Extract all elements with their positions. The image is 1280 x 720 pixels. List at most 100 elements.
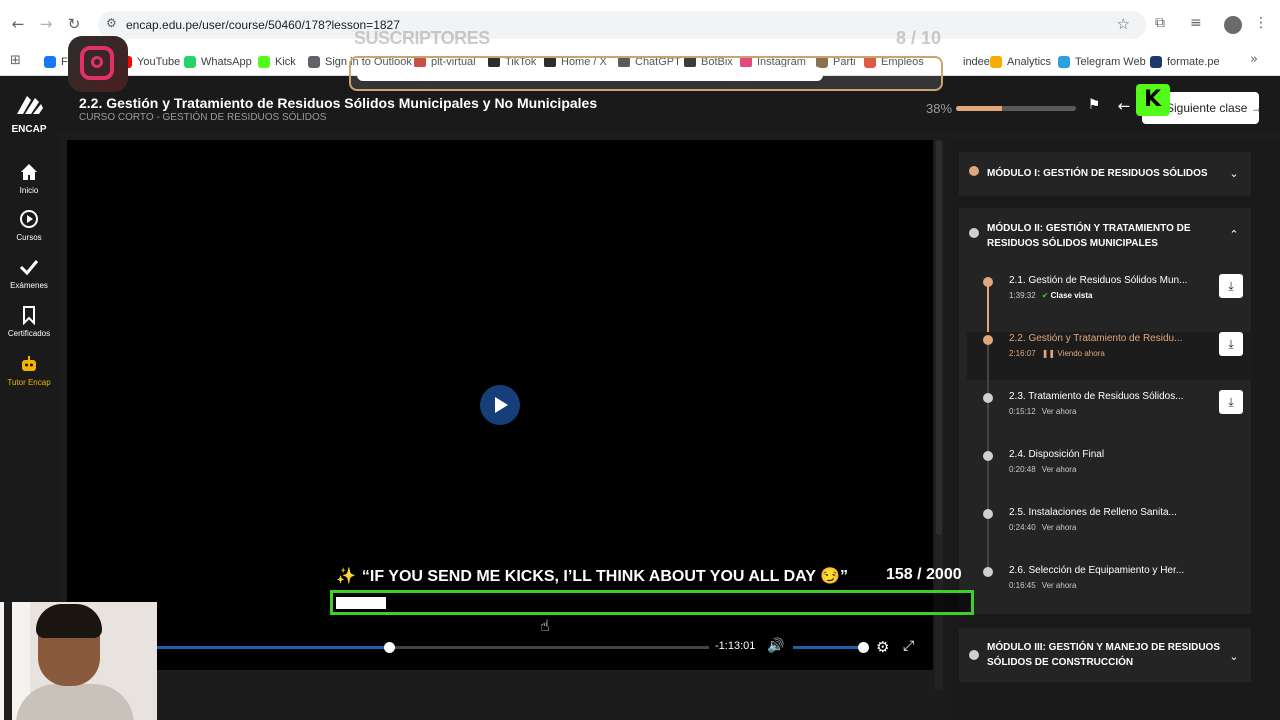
pause-icon: ❚❚ [1041,349,1058,358]
download-icon[interactable]: ⤓ [1219,332,1243,356]
bookmark-star-icon[interactable]: ☆ [1117,15,1130,33]
lesson-item[interactable]: 2.2. Gestión y Tratamiento de Residu... 2… [967,332,1253,398]
bookmark-label: F [61,56,68,68]
previous-lesson-icon[interactable]: ← [1114,97,1134,117]
nav-item-cursos[interactable]: Cursos [0,209,58,242]
profile-avatar[interactable] [1224,16,1242,34]
lesson-meta: 1:39:32 ✔ Clase vista [1009,291,1092,300]
seek-bar[interactable] [157,642,709,653]
bookmark-item[interactable]: YouTube [120,53,180,71]
bookmark-favicon-icon [990,56,1002,68]
nav-item-examenes[interactable]: Exámenes [0,257,58,290]
seek-handle[interactable] [383,642,395,653]
volume-handle[interactable] [858,642,869,653]
chevron-up-icon[interactable]: ⌃ [1227,228,1241,242]
progress-percent: 38% [926,101,953,116]
lesson-status-dot [983,451,993,461]
bookmark-item[interactable]: F [44,53,68,71]
nav-item-tutor[interactable]: Tutor Encap [0,354,58,387]
download-icon[interactable]: ⤓ [1219,274,1243,298]
module-title: MÓDULO III: GESTIÓN Y MANEJO DE RESIDUOS… [987,642,1220,668]
lesson-item[interactable]: 2.3. Tratamiento de Residuos Sólidos... 0… [967,390,1253,456]
lesson-status-dot [983,509,993,519]
volume-slider[interactable] [793,642,869,653]
bookmark-favicon-icon [308,56,320,68]
nav-item-inicio[interactable]: Inicio [0,162,58,195]
reload-icon[interactable]: ↻ [64,14,84,34]
bookmark-favicon-icon [44,56,56,68]
lesson-item[interactable]: 2.1. Gestión de Residuos Sólidos Mun... 1… [967,274,1253,340]
site-info-icon[interactable]: ⚙ [106,16,117,30]
module-complete-icon [969,166,979,176]
lesson-duration: 0:24:40 [1009,523,1036,532]
nav-label-examenes: Exámenes [10,281,48,290]
lesson-meta: 0:16:45 Ver ahora [1009,581,1076,590]
menu-kebab-icon[interactable]: ⋮ [1254,15,1268,31]
lesson-item[interactable]: 2.5. Instalaciones de Relleno Sanita... 0… [967,506,1253,572]
bookmark-label: YouTube [137,56,181,68]
kick-logo-icon: K [1136,84,1170,116]
lesson-item[interactable]: 2.4. Disposición Final 0:20:48 Ver ahora [967,448,1253,514]
volume-icon[interactable]: 🔊 [767,638,784,654]
nav-item-certificados[interactable]: Certificados [0,305,58,338]
lesson-status-dot [983,567,993,577]
bookmark-label: Kick [275,56,296,68]
lesson-duration: 0:20:48 [1009,465,1036,474]
lesson-status-label: Ver ahora [1041,523,1077,532]
bookmark-item[interactable]: Kick [258,53,296,71]
chevron-down-icon[interactable]: ⌄ [1227,650,1241,664]
module-title[interactable]: MÓDULO II: GESTIÓN Y TRATAMIENTO DE RESI… [987,221,1227,251]
lesson-title: 2.2. Gestión y Tratamiento de Residu... [1009,333,1183,344]
subscribers-goal-label: SUSCRIPTORES [354,28,490,48]
lesson-title: 2.5. Instalaciones de Relleno Sanita... [1009,507,1177,518]
lesson-status-label: Viendo ahora [1057,349,1105,358]
lesson-status: Ver ahora [1042,523,1077,532]
extensions-icon[interactable]: ⧉ [1155,15,1165,31]
bookmark-item[interactable]: Analytics [990,53,1051,71]
chevron-down-icon[interactable]: ⌄ [1227,167,1241,181]
fullscreen-icon[interactable]: ⤢ [903,638,914,654]
nav-label-tutor: Tutor Encap [7,378,51,387]
lesson-meta: 0:20:48 Ver ahora [1009,465,1076,474]
bookmark-item[interactable]: Telegram Web [1058,53,1146,71]
flag-icon[interactable]: ⚑ [1084,97,1104,117]
play-button[interactable] [480,385,520,425]
play-circle-icon [20,210,38,228]
kick-goal-label: “IF YOU SEND ME KICKS, I’LL THINK ABOUT … [361,568,848,585]
back-arrow-icon[interactable]: ← [8,14,28,34]
settings-gear-icon[interactable]: ⚙ [876,638,889,656]
download-icon[interactable]: ⤓ [1219,390,1243,414]
lesson-status: Ver ahora [1042,581,1077,590]
bookmark-item[interactable]: formate.pe [1150,53,1220,71]
bookmark-item[interactable]: indeed [946,53,996,71]
robot-icon [22,356,36,371]
media-controls-icon[interactable]: ≡ [1190,15,1202,31]
modules-panel: MÓDULO I: GESTIÓN DE RESIDUOS SÓLIDOS ⌄ … [951,140,1280,720]
lesson-duration: 2:16:07 [1009,349,1036,358]
apps-grid-icon[interactable]: ⊞ [10,53,21,68]
lesson-duration: 0:15:12 [1009,407,1036,416]
next-lesson-label: Siguiente clase [1166,101,1248,115]
lesson-item[interactable]: 2.6. Selección de Equipamiento y Her... 0… [967,564,1253,612]
nav-label-cursos: Cursos [16,233,42,242]
modules-scrollbar[interactable] [1270,140,1276,680]
encap-logo-icon [17,96,43,114]
module-card-expanded: MÓDULO II: GESTIÓN Y TRATAMIENTO DE RESI… [959,208,1253,614]
kick-goal-text: ✨ “IF YOU SEND ME KICKS, I’LL THINK ABOUT… [336,566,848,586]
lesson-status-label: Clase vista [1050,291,1093,300]
bookmark-favicon-icon [1058,56,1070,68]
module-card[interactable]: MÓDULO III: GESTIÓN Y MANEJO DE RESIDUOS… [959,628,1251,682]
lesson-title: 2.2. Gestión y Tratamiento de Residuos S… [79,95,598,111]
kick-goal-count: 158 / 2000 [886,566,962,583]
lesson-status: Ver ahora [1042,407,1077,416]
module-card[interactable]: MÓDULO I: GESTIÓN DE RESIDUOS SÓLIDOS ⌄ [959,152,1251,196]
more-bookmarks-icon[interactable]: » [1250,52,1258,67]
bookmark-item[interactable]: WhatsApp [184,53,252,71]
lesson-status-dot [983,393,993,403]
address-bar[interactable]: ⚙ encap.edu.pe/user/course/50460/178?les… [98,11,1146,39]
bookmark-label: Analytics [1007,56,1052,68]
encap-logo[interactable]: ENCAP [10,90,48,135]
module-status-dot [969,650,979,660]
forward-arrow-icon[interactable]: → [36,14,56,34]
nav-label-inicio: Inicio [19,186,39,195]
